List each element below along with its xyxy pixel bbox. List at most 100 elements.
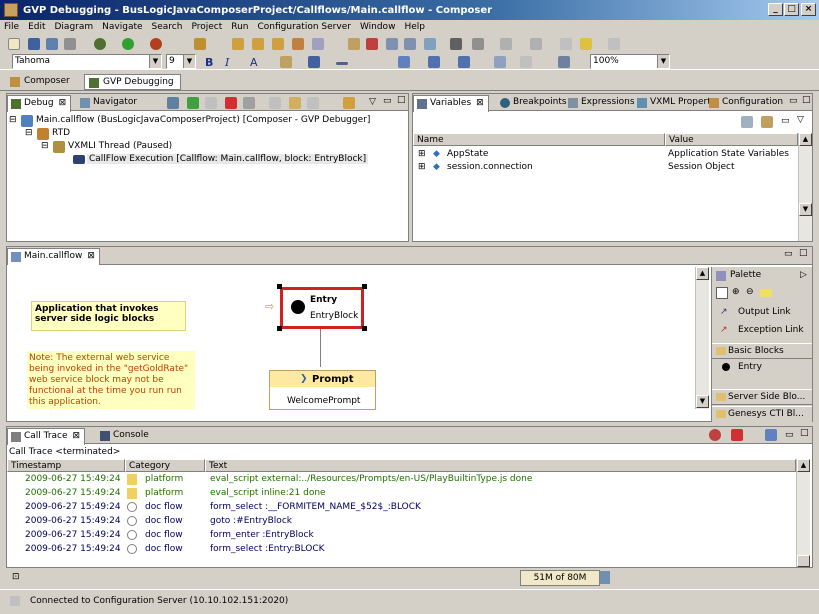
tab-expressions[interactable]: Expressions <box>565 95 639 111</box>
project-icon-9[interactable] <box>404 38 416 50</box>
menu-edit[interactable]: Edit <box>28 22 45 32</box>
tree-toggle[interactable]: ⊟ <box>9 115 17 125</box>
zoom-out-icon[interactable]: ⊖ <box>746 287 754 297</box>
column-header-category[interactable]: Category <box>125 459 205 472</box>
font-size-dropdown[interactable]: 9 ▼ <box>166 54 196 69</box>
minimize-view-icon[interactable]: ▭ <box>784 249 793 259</box>
close-icon[interactable]: ⊠ <box>73 431 81 441</box>
minimize-view-icon[interactable]: ▭ <box>789 96 798 106</box>
project-icon-8[interactable] <box>386 38 398 50</box>
font-family-dropdown[interactable]: Tahoma ▼ <box>12 54 162 69</box>
scroll-up-icon[interactable]: ▲ <box>799 133 812 146</box>
tab-vxml-properties[interactable]: VXML Propert <box>634 95 715 111</box>
minimize-view-icon[interactable]: ▭ <box>785 430 794 440</box>
fill-color-icon[interactable] <box>280 56 292 68</box>
step-return-icon[interactable] <box>307 97 319 109</box>
collapse-icon[interactable] <box>741 116 753 128</box>
back-icon[interactable] <box>580 38 592 50</box>
tab-breakpoints[interactable]: Breakpoints <box>497 95 571 111</box>
fast-view-icon[interactable]: ⊡ <box>12 572 20 582</box>
menu-search[interactable]: Search <box>152 22 183 32</box>
note-warning[interactable]: Note: The external web service being inv… <box>27 351 195 409</box>
search-icon[interactable] <box>450 38 462 50</box>
grid-icon[interactable] <box>558 56 570 68</box>
align-icon[interactable] <box>398 56 410 68</box>
bold-button[interactable]: B <box>205 56 213 69</box>
tool-icon[interactable] <box>472 38 484 50</box>
terminate-icon[interactable] <box>731 429 743 441</box>
editor-vertical-scrollbar[interactable]: ▲ ▼ <box>695 267 709 409</box>
menu-run[interactable]: Run <box>231 22 248 32</box>
tab-variables[interactable]: Variables ⊠ <box>413 95 489 112</box>
selection-handle[interactable] <box>362 284 367 289</box>
trash-icon[interactable] <box>600 571 610 584</box>
project-icon-3[interactable] <box>272 38 284 50</box>
chevron-down-icon[interactable]: ▼ <box>183 55 195 68</box>
font-color-button[interactable]: A <box>250 56 258 69</box>
maximize-view-icon[interactable]: □ <box>799 248 808 258</box>
scroll-down-icon[interactable]: ▼ <box>799 203 812 216</box>
scroll-up-icon[interactable]: ▲ <box>696 267 709 280</box>
zoom-dropdown[interactable]: 100% ▼ <box>590 54 670 69</box>
tree-toggle[interactable]: ⊟ <box>25 128 33 138</box>
terminate-icon[interactable] <box>225 97 237 109</box>
size-icon[interactable] <box>494 56 506 68</box>
variable-name[interactable]: session.connection <box>447 162 533 172</box>
table-row[interactable]: 2009-06-27 15:49:24 doc flow form_enter … <box>7 530 796 543</box>
step-over-icon[interactable] <box>289 97 301 109</box>
maximize-button[interactable]: □ <box>784 3 799 16</box>
project-icon-10[interactable] <box>424 38 436 50</box>
new-icon[interactable] <box>8 38 20 50</box>
close-icon[interactable]: ⊠ <box>87 251 95 261</box>
tab-call-trace[interactable]: Call Trace ⊠ <box>7 428 86 445</box>
external-tools-icon[interactable] <box>150 38 162 50</box>
drawer-basic-blocks[interactable]: Basic Blocks <box>712 343 812 359</box>
menu-configuration-server[interactable]: Configuration Server <box>258 22 351 32</box>
palette-item-exception-link[interactable]: Exception Link <box>738 325 804 335</box>
project-icon-7[interactable] <box>366 38 378 50</box>
back-arrow-icon[interactable] <box>560 38 572 50</box>
variable-name[interactable]: AppState <box>447 149 488 159</box>
table-row[interactable]: 2009-06-27 15:49:24 doc flow form_select… <box>7 544 796 557</box>
menu-navigate[interactable]: Navigate <box>102 22 142 32</box>
tree-item-rtd[interactable]: RTD <box>52 128 70 138</box>
view-menu-icon[interactable]: ▽ <box>797 115 804 125</box>
print-icon[interactable] <box>64 38 76 50</box>
note-description[interactable]: Application that invokes server side log… <box>31 301 186 331</box>
suspend-icon[interactable] <box>205 97 217 109</box>
menu-diagram[interactable]: Diagram <box>55 22 94 32</box>
forward-icon[interactable] <box>608 38 620 50</box>
tree-item-frame[interactable]: CallFlow Execution [Callflow: Main.callf… <box>87 154 369 164</box>
menu-file[interactable]: File <box>4 22 19 32</box>
zoom-in-icon[interactable]: ⊕ <box>732 287 740 297</box>
menu-help[interactable]: Help <box>404 22 425 32</box>
project-icon-4[interactable] <box>292 38 304 50</box>
entry-block[interactable]: Entry EntryBlock <box>280 287 364 329</box>
nav-icon-2[interactable] <box>530 38 542 50</box>
project-icon-5[interactable] <box>312 38 324 50</box>
maximize-view-icon[interactable]: □ <box>800 428 809 438</box>
table-row[interactable]: 2009-06-27 15:49:24 doc flow goto :#Entr… <box>7 516 796 529</box>
drawer-genesys-cti-blocks[interactable]: Genesys CTI Bl... <box>712 406 812 422</box>
expand-icon[interactable]: ⊞ <box>418 162 426 172</box>
run-icon[interactable] <box>122 38 134 50</box>
italic-button[interactable]: I <box>225 56 229 69</box>
expand-icon[interactable]: ⊞ <box>418 149 426 159</box>
column-header-value[interactable]: Value <box>665 133 798 146</box>
arrange-icon[interactable] <box>428 56 440 68</box>
selection-handle[interactable] <box>277 326 282 331</box>
close-icon[interactable]: ⊠ <box>476 98 484 108</box>
edit-icon[interactable] <box>194 38 206 50</box>
table-row[interactable]: 2009-06-27 15:49:24 doc flow form_select… <box>7 502 796 515</box>
close-icon[interactable]: ⊠ <box>59 98 67 108</box>
minimize-button[interactable]: _ <box>768 3 783 16</box>
play-icon[interactable] <box>187 97 199 109</box>
perspective-composer[interactable]: Composer <box>6 74 76 90</box>
chevron-down-icon[interactable]: ▼ <box>149 55 161 68</box>
debug-icon[interactable] <box>94 38 106 50</box>
palette-item-output-link[interactable]: Output Link <box>738 307 791 317</box>
scroll-up-icon[interactable]: ▲ <box>797 459 810 472</box>
pin-icon[interactable] <box>765 429 777 441</box>
step-into-icon[interactable] <box>269 97 281 109</box>
resume-icon[interactable] <box>167 97 179 109</box>
